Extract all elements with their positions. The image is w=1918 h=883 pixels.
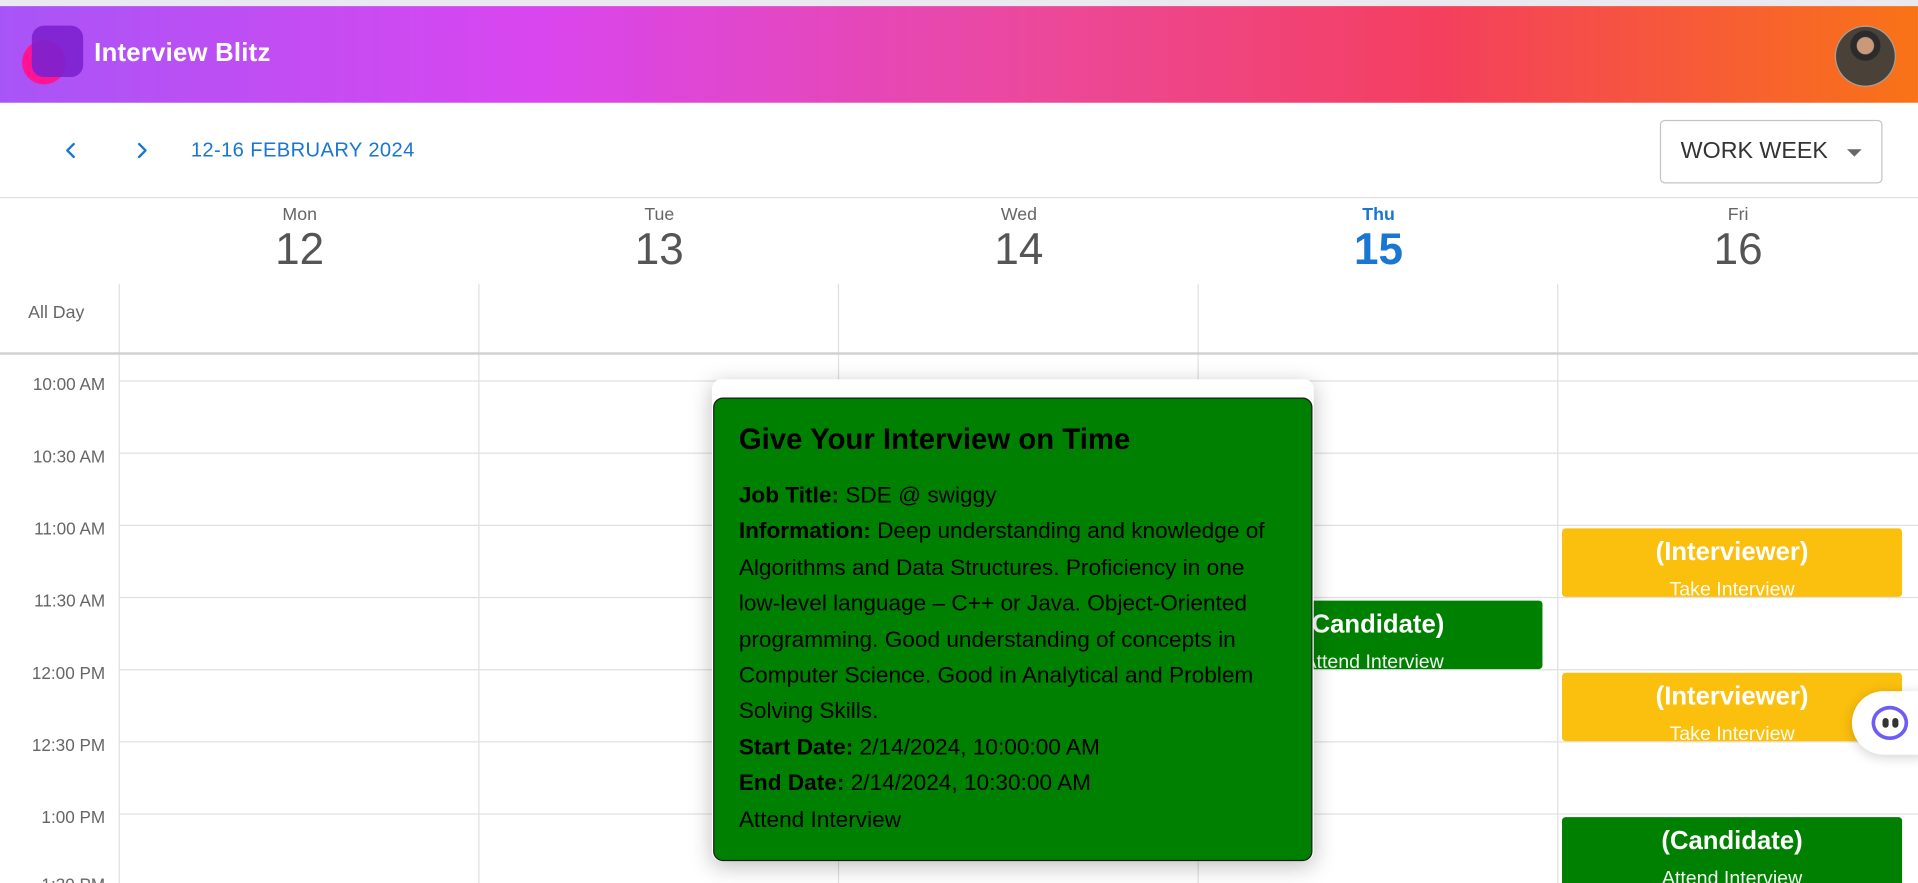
bot-eye [1882,718,1889,728]
appointment-interviewer[interactable]: (Interviewer) Take Interview [1562,528,1903,597]
view-selector-value: WORK WEEK [1680,138,1828,164]
day-header-mon[interactable]: Mon 12 [120,198,480,284]
all-day-label: All Day [28,303,85,323]
day-number: 12 [275,223,325,274]
time-label: 12:30 PM [31,735,106,755]
time-label: 11:00 AM [34,518,106,539]
day-header-thu[interactable]: Thu 15 [1199,198,1559,284]
job-title-label: Job Title: [738,481,839,508]
day-number: 14 [994,223,1044,274]
chevron-right-icon [137,142,147,159]
appointment-title: (Interviewer) [1655,682,1809,711]
appointment-subtitle: Attend Interview [1661,868,1803,883]
tooltip-heading: Give Your Interview on Time [738,423,1131,457]
assistant-bot-icon [1871,705,1909,741]
time-label: 1:00 PM [41,807,106,827]
information-label: Information: [738,517,871,544]
prev-week-button[interactable] [53,132,90,169]
appointment-title: (Interviewer) [1655,538,1809,567]
action-text: Attend Interview [738,805,902,832]
job-title-row: Job Title: SDE @ swiggy [739,477,1287,513]
end-date-value: 2/14/2024, 10:30:00 AM [844,769,1092,796]
end-date-row: End Date: 2/14/2024, 10:30:00 AM [739,765,1287,801]
day-name: Tue [644,205,675,226]
grid-divider [1557,283,1559,883]
start-date-value: 2/14/2024, 10:00:00 AM [853,733,1100,760]
time-label: 12:00 PM [31,662,106,683]
appointment-subtitle: Take Interview [1669,579,1795,597]
day-number: 15 [1354,223,1404,274]
time-label: 1:30 PM [0,875,105,883]
calendar-toolbar: 12-16 FEBRUARY 2024 WORK WEEK [0,103,1918,199]
appointment-candidate[interactable]: (Candidate) Attend Interview [1562,817,1903,883]
grid-divider [478,283,480,883]
day-name: Fri [1727,205,1749,226]
chevron-left-icon [66,142,75,159]
caret-down-icon [1847,149,1862,157]
all-day-separator [0,352,1918,355]
app-logo [22,25,86,90]
time-label: 10:30 AM [32,446,106,467]
date-range-label[interactable]: 12-16 FEBRUARY 2024 [191,139,415,162]
day-name: Mon [282,205,317,226]
app-bar: Interview Blitz [0,6,1918,103]
start-date-row: Start Date: 2/14/2024, 10:00:00 AM [739,729,1287,765]
end-date-label: End Date: [738,769,845,796]
time-label: 10:00 AM [32,374,106,394]
job-title-value: SDE @ swiggy [838,481,997,508]
day-header-fri[interactable]: Fri 16 [1558,198,1918,284]
start-date-label: Start Date: [738,733,854,760]
app-title: Interview Blitz [94,39,271,68]
appointment-subtitle: Take Interview [1669,724,1795,742]
day-header-tue[interactable]: Tue 13 [479,198,839,284]
appointment-tooltip: Give Your Interview on Time Job Title: S… [711,379,1314,862]
day-number: 16 [1713,223,1763,274]
assistant-button[interactable] [1851,691,1918,755]
view-selector[interactable]: WORK WEEK [1659,119,1883,184]
user-avatar[interactable] [1834,25,1896,87]
time-label: 11:30 AM [34,590,106,611]
next-week-button[interactable] [124,132,161,169]
grid-divider [118,283,120,883]
day-header-wed[interactable]: Wed 14 [839,198,1199,284]
day-number: 13 [634,223,684,274]
information-row: Information: Deep understanding and know… [739,513,1287,729]
information-value: Deep understanding and knowledge of Algo… [738,517,1265,724]
appointment-title: (Candidate) [1661,826,1803,856]
day-name: Wed [1000,205,1038,226]
appointment-interviewer[interactable]: (Interviewer) Take Interview [1562,672,1903,742]
day-name: Thu [1362,205,1395,226]
appointment-details-card: Give Your Interview on Time Job Title: S… [713,397,1313,862]
bot-eye [1892,718,1899,728]
